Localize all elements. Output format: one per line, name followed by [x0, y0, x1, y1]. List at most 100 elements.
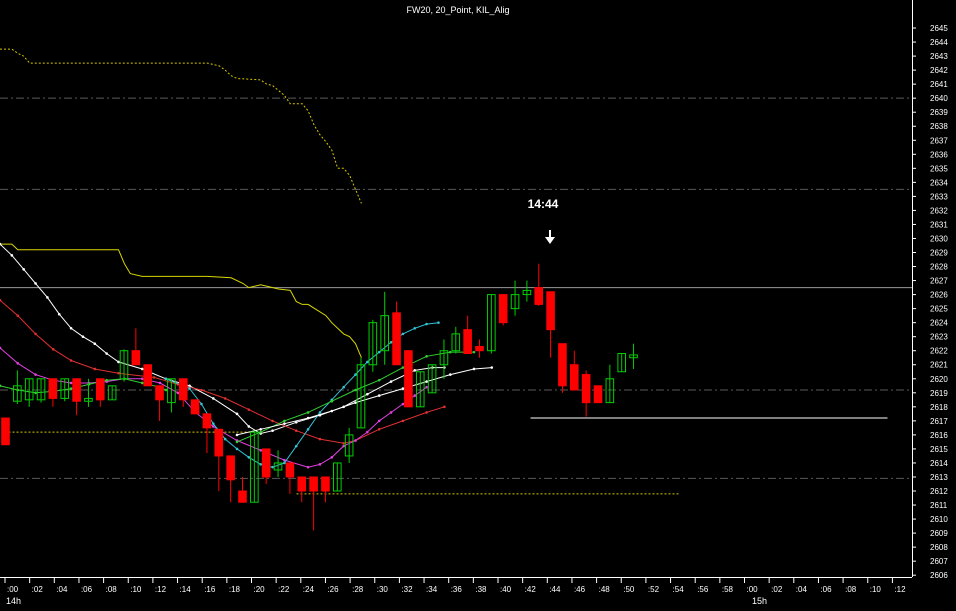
series-point-ma_white: [105, 352, 108, 355]
series-point-ma_green: [330, 399, 334, 403]
series-point-ma_cyan: [188, 387, 191, 390]
series-point-ma_white: [389, 380, 393, 383]
y-tick-label: 2618: [930, 403, 948, 412]
series-point-ma_red: [294, 429, 298, 432]
x-tick-label: :06: [81, 585, 93, 594]
y-tick-label: 2606: [930, 571, 948, 580]
x-tick-label: :54: [673, 585, 685, 594]
candle-body-down: [48, 378, 58, 399]
y-tick-label: 2625: [930, 305, 948, 314]
candle-body-down: [155, 385, 164, 401]
x-tick-label: :00: [747, 585, 759, 594]
series-point-ma_cyan: [401, 332, 405, 336]
candle-body-down: [463, 329, 472, 355]
candle-body-down: [261, 448, 271, 478]
series-point-ma_cyan: [425, 322, 428, 326]
series-point-ma_red: [200, 388, 203, 392]
candlestick-chart: 2606 2607 2608 2609 2610 2611 2612 2613 2614 2615…: [0, 0, 956, 606]
series-point-ma_red: [401, 419, 405, 423]
series-point-ma_white: [413, 369, 417, 372]
candle-body-down: [238, 490, 247, 503]
x-tick-label: :16: [204, 585, 216, 594]
x-tick-label: :02: [771, 585, 783, 594]
series-point-ma_magenta: [16, 362, 20, 365]
candle-body-down: [570, 364, 579, 391]
series-point-ma_cyan: [283, 461, 286, 465]
candle-body-down: [202, 413, 212, 429]
y-tick-label: 2631: [930, 220, 948, 229]
x-tick-label: :08: [106, 585, 118, 594]
series-point-ma_magenta: [306, 465, 310, 469]
series-point-ma_magenta: [366, 430, 369, 434]
y-tick-label: 2644: [930, 38, 948, 47]
series-point-ma_red: [93, 367, 97, 371]
series-point-ma_white: [81, 335, 85, 338]
series-point-ma_green: [306, 411, 310, 414]
series-point-ma_red: [34, 332, 37, 336]
candle-body-down: [143, 364, 152, 387]
series-point-ma_red: [247, 408, 251, 411]
series-point-ma_cyan: [223, 437, 227, 441]
x-tick-label: :32: [401, 585, 413, 594]
x-tick-label: :36: [451, 585, 463, 594]
series-point-ma_red: [425, 411, 428, 414]
x-tick-label: :10: [870, 585, 882, 594]
series-point-ma_magenta: [318, 463, 322, 466]
series-point-ma_white: [235, 433, 239, 437]
series-point-ma_magenta: [176, 391, 180, 395]
series-point-ma_cyan: [437, 321, 440, 324]
x-tick-label: :52: [648, 585, 660, 594]
y-tick-label: 2627: [930, 277, 948, 286]
series-point-ma_red: [271, 419, 274, 423]
x-tick-label: :22: [278, 585, 290, 594]
candle-body-down: [581, 374, 591, 404]
series-point-ma_cyan: [306, 427, 310, 431]
series-point-ma_magenta: [354, 439, 357, 442]
series-point-ma_green: [401, 366, 405, 369]
series-point-ma_green: [377, 378, 381, 382]
candle: [190, 399, 200, 415]
candle-body-down: [321, 476, 330, 492]
series-point-ma_green: [235, 440, 239, 444]
series-point-ma_magenta: [259, 449, 263, 452]
candle-body-down: [131, 350, 141, 366]
series-point-ma_magenta: [377, 419, 381, 423]
y-tick-label: 2645: [930, 24, 948, 33]
series-point-ma_red: [152, 376, 156, 379]
series-point-ma_magenta: [330, 456, 334, 459]
series-point-ma_green: [449, 350, 452, 354]
candle-body-down: [214, 428, 224, 457]
series-point-ma_green: [140, 381, 144, 385]
y-tick-label: 2634: [930, 178, 948, 187]
y-tick-label: 2609: [930, 529, 948, 538]
y-tick-label: 2619: [930, 389, 948, 398]
series-point-ma_magenta: [158, 381, 162, 385]
series-point-ma_cyan: [200, 402, 203, 406]
y-tick-label: 2610: [930, 515, 948, 524]
series-point-ma_white: [330, 409, 334, 413]
series-point-ma_white: [140, 367, 144, 371]
series-point-ma_white: [46, 296, 49, 299]
candle-body-down: [285, 462, 295, 478]
y-tick-label: 2626: [930, 291, 948, 300]
candle: [593, 385, 603, 404]
x-tick-label: :18: [229, 585, 241, 594]
series-point-ma_white: [247, 425, 251, 428]
candle: [558, 343, 567, 393]
series-point-ma_white: [283, 422, 286, 425]
series-point-ma_white: [212, 397, 215, 400]
annotation-time-label: 14:44: [528, 197, 559, 211]
candle-body-down: [404, 350, 413, 408]
y-tick-label: 2642: [930, 66, 948, 75]
series-point-ma_white: [472, 367, 476, 371]
y-tick-label: 2613: [930, 473, 948, 482]
series-point-ma_white: [10, 254, 14, 257]
series-point-ma_cyan: [259, 463, 263, 466]
series-point-ma_green: [164, 388, 168, 392]
candle-body-down: [593, 385, 603, 404]
series-point-ma_magenta: [425, 385, 428, 389]
series-point-ma_green: [354, 388, 357, 392]
y-tick-label: 2615: [930, 445, 948, 454]
x-tick-label: :56: [697, 585, 709, 594]
series-point-ma_red: [443, 405, 446, 409]
